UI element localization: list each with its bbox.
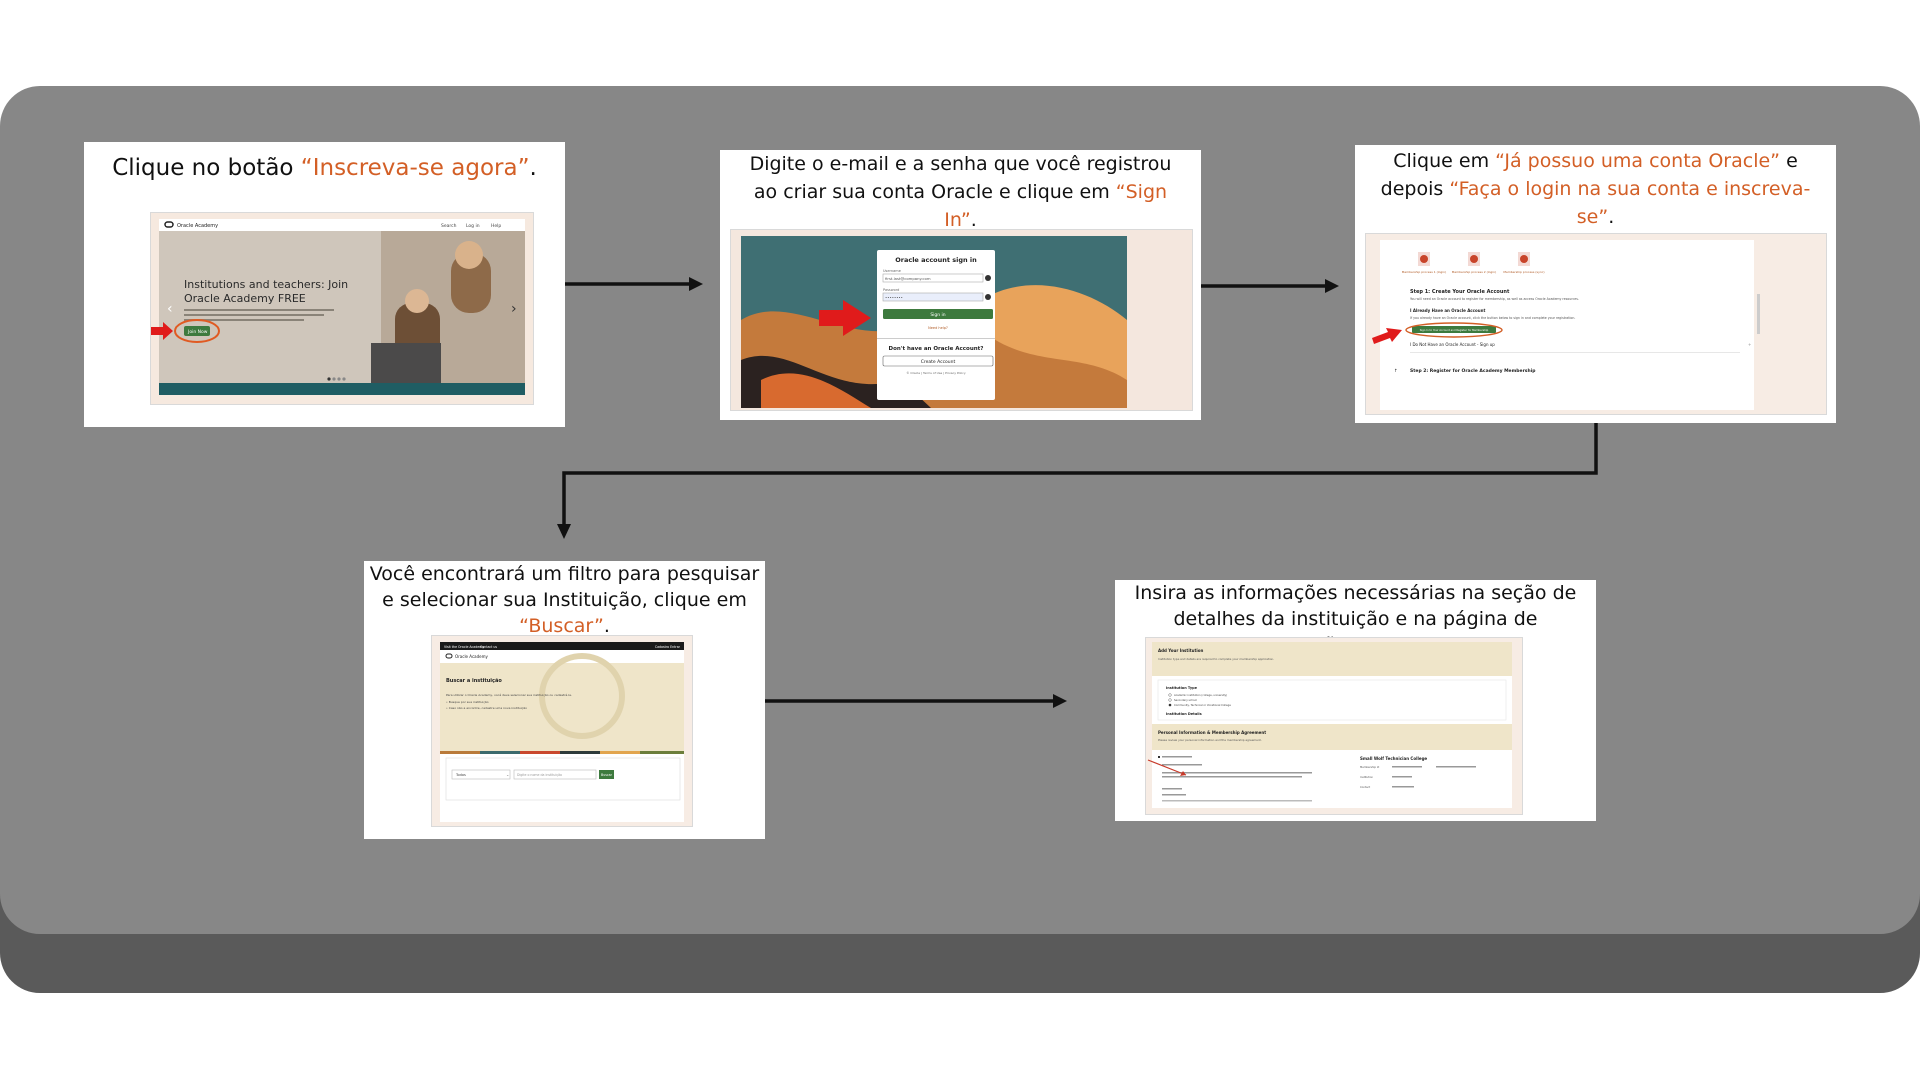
svg-text:• Busque por sua instituição: • Busque por sua instituição [446, 700, 489, 704]
expand-icon[interactable]: + [1748, 342, 1751, 347]
search-heading: Buscar a instituição [446, 678, 502, 684]
svg-text:Sign In to Your Account and Re: Sign In to Your Account and Register for… [1420, 328, 1489, 332]
svg-text:••••••••: •••••••• [885, 295, 903, 300]
password-label: Password [883, 288, 899, 292]
svg-text:Contact: Contact [1360, 785, 1370, 789]
hero-title-line-2: Oracle Academy FREE [184, 292, 306, 305]
arrow-step-1-to-2 [565, 277, 703, 291]
nav-login[interactable]: Log in [466, 223, 480, 229]
step-3-card: Clique em “Já possuo uma conta Oracle” e… [1355, 145, 1836, 423]
svg-text:Sign in: Sign in [930, 312, 945, 318]
arrow-step-2-to-3 [1201, 279, 1339, 293]
step-2-screenshot: Oracle account sign in Username first.la… [730, 229, 1193, 411]
svg-text:Todos: Todos [455, 773, 466, 777]
personal-info-heading: Personal Information & Membership Agreem… [1158, 730, 1266, 735]
svg-text:Para utilizar o Oracle Academy: Para utilizar o Oracle Academy, você dev… [446, 693, 572, 697]
institution-details-label: Institution Details [1166, 712, 1202, 716]
show-password-icon[interactable] [985, 294, 991, 300]
svg-text:If you already have an Oracle: If you already have an Oracle account, c… [1410, 316, 1575, 320]
svg-text:Institution type and details a: Institution type and details are require… [1158, 657, 1274, 661]
svg-text:first.last@company.com: first.last@company.com [885, 276, 931, 281]
radio-community[interactable] [1168, 703, 1172, 707]
step-1-screenshot: Oracle Academy Search Log in Help Instit… [150, 212, 534, 405]
step-3-screenshot: Membership process 1 (login) Membership … [1365, 233, 1827, 415]
svg-text:Membership process 2 (login): Membership process 2 (login) [1452, 270, 1497, 274]
institution-type-label: Institution Type [1166, 686, 1198, 690]
nav-help[interactable]: Help [491, 223, 501, 229]
step-3-caption: Clique em “Já possuo uma conta Oracle” e… [1380, 150, 1811, 228]
svg-text:You will need an Oracle accoun: You will need an Oracle account to regis… [1410, 297, 1579, 301]
no-account-link[interactable]: I Do Not Have an Oracle Account - Sign u… [1410, 342, 1495, 347]
svg-text:Create Account: Create Account [921, 359, 956, 365]
arrow-step-3-to-4 [557, 423, 1598, 539]
step-4-caption: Você encontrará um filtro para pesquisar… [369, 563, 760, 637]
oracle-academy-logo: Oracle Academy [177, 223, 218, 229]
svg-text:• Caso não a encontre, cadastr: • Caso não a encontre, cadastre uma nova… [446, 706, 527, 710]
top-link-signin[interactable]: Cadastro Entrar [655, 645, 681, 649]
svg-text:Buscar: Buscar [601, 773, 613, 777]
chevron-down-icon: ⌄ [506, 772, 509, 777]
step-1-caption: Clique no botão “Inscreva-se agora”. [112, 155, 537, 181]
need-help-link[interactable]: Need help? [928, 326, 948, 330]
step2-heading: Step 2: Register for Oracle Academy Memb… [1410, 368, 1536, 374]
step-1-card: Clique no botão “Inscreva-se agora”. Ora… [84, 142, 565, 427]
step-2-caption: Digite o e-mail e a senha que você regis… [749, 153, 1172, 231]
up-icon: ↑ [1394, 368, 1398, 374]
info-icon [985, 275, 991, 281]
scrollbar[interactable] [1757, 294, 1760, 334]
add-institution-heading: Add Your Institution [1158, 648, 1203, 653]
arrow-step-4-to-5 [765, 694, 1067, 708]
svg-text:Digite o nome da instituição: Digite o nome da instituição [517, 773, 562, 777]
oracle-academy-logo: Oracle Academy [455, 654, 489, 659]
step1-heading: Step 1: Create Your Oracle Account [1410, 289, 1510, 295]
top-link-contact[interactable]: Contact us [480, 645, 497, 649]
decorative-stripe [440, 751, 684, 754]
nav-search[interactable]: Search [441, 223, 457, 229]
svg-text:Community, Technical or Vocati: Community, Technical or Vocational Colle… [1174, 703, 1231, 707]
have-account-heading: I Already Have an Oracle Account [1410, 308, 1485, 313]
step-4-card: Você encontrará um filtro para pesquisar… [364, 561, 765, 839]
svg-text:Please review your personal in: Please review your personal information … [1158, 738, 1262, 742]
svg-text:Academic institution (college,: Academic institution (college, universit… [1174, 693, 1227, 697]
join-now-label: Join Now [187, 329, 208, 335]
college-name: Small Wolf Technician College [1360, 756, 1427, 761]
hero-title-line-1: Institutions and teachers: Join [184, 278, 348, 291]
svg-text:Membership process (sync): Membership process (sync) [1503, 270, 1544, 274]
sign-in-footer: © Oracle | Terms of Use | Privacy Policy [906, 371, 965, 375]
top-link-visit[interactable]: Visit the Oracle Academy [444, 645, 484, 649]
step-2-card: Digite o e-mail e a senha que você regis… [720, 150, 1201, 420]
step-4-screenshot: Visit the Oracle Academy Contact us Cada… [431, 635, 693, 827]
svg-text:Membership process 1 (login): Membership process 1 (login) [1402, 270, 1447, 274]
svg-text:Secondary school: Secondary school [1174, 698, 1197, 702]
sign-in-title: Oracle account sign in [895, 256, 977, 264]
svg-text:Institution: Institution [1360, 775, 1373, 779]
step-5-card: Insira as informações necessárias na seç… [1115, 580, 1596, 821]
username-label: Username [883, 269, 901, 273]
carousel-prev-icon[interactable]: ‹ [167, 301, 173, 317]
carousel-next-icon[interactable]: › [511, 301, 517, 317]
no-account-text: Don't have an Oracle Account? [889, 346, 984, 352]
svg-text:Membership Id: Membership Id [1360, 765, 1380, 769]
step-5-screenshot: Add Your Institution Institution type an… [1145, 637, 1523, 815]
